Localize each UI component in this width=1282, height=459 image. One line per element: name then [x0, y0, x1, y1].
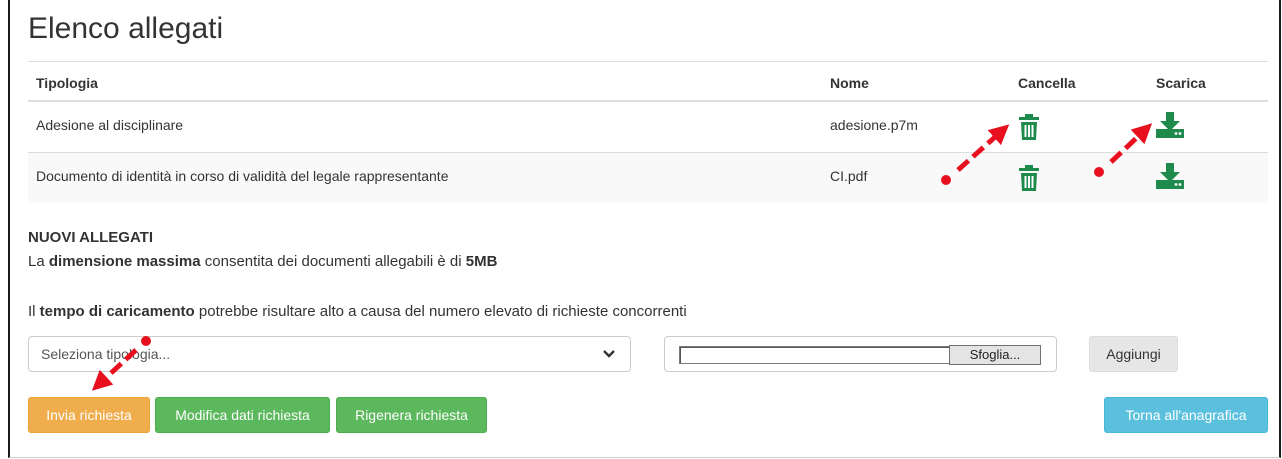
note-text: Il — [28, 303, 40, 320]
tipologia-select[interactable]: Seleziona tipologia... — [28, 336, 631, 372]
max-size-note: La dimensione massima consentita dei doc… — [28, 253, 497, 270]
trash-icon[interactable] — [1018, 114, 1040, 145]
file-path-field[interactable] — [679, 346, 951, 364]
trash-icon[interactable] — [1018, 165, 1040, 196]
header-cancella: Cancella — [1018, 75, 1076, 91]
browse-button[interactable]: Sfoglia... — [949, 345, 1041, 365]
table-row: Adesione al disciplinare adesione.p7m — [28, 102, 1268, 153]
send-request-button[interactable]: Invia richiesta — [28, 397, 150, 433]
note-bold: tempo di caricamento — [39, 303, 195, 320]
header-scarica: Scarica — [1156, 75, 1206, 91]
table-row: Documento di identità in corso di validi… — [28, 153, 1268, 202]
row-tipologia: Adesione al disciplinare — [36, 117, 184, 133]
regenerate-request-button[interactable]: Rigenera richiesta — [336, 397, 487, 433]
add-button[interactable]: Aggiungi — [1089, 336, 1178, 372]
upload-time-note: Il tempo di caricamento potrebbe risulta… — [28, 303, 687, 320]
note-text: La — [28, 253, 49, 270]
page-title: Elenco allegati — [28, 12, 224, 45]
file-upload: Sfoglia... — [664, 336, 1057, 372]
note-text: potrebbe risultare alto a causa del nume… — [194, 303, 687, 320]
download-icon[interactable] — [1156, 163, 1184, 194]
row-nome: adesione.p7m — [830, 117, 918, 133]
note-text: consentita dei documenti allegabili è di — [200, 253, 466, 270]
table-header: Tipologia Nome Cancella Scarica — [28, 61, 1268, 102]
row-tipologia: Documento di identità in corso di validi… — [36, 168, 449, 184]
header-nome: Nome — [830, 75, 869, 91]
back-to-registry-button[interactable]: Torna all'anagrafica — [1104, 397, 1268, 433]
note-bold: 5MB — [465, 253, 498, 270]
row-nome: CI.pdf — [830, 168, 868, 184]
note-bold: dimensione massima — [48, 253, 201, 270]
chevron-down-icon — [602, 347, 616, 364]
new-attachments-title: NUOVI ALLEGATI — [28, 229, 153, 246]
download-icon[interactable] — [1156, 112, 1184, 143]
modify-request-button[interactable]: Modifica dati richiesta — [155, 397, 330, 433]
header-tipologia: Tipologia — [36, 75, 98, 91]
select-value: Seleziona tipologia... — [41, 346, 171, 362]
